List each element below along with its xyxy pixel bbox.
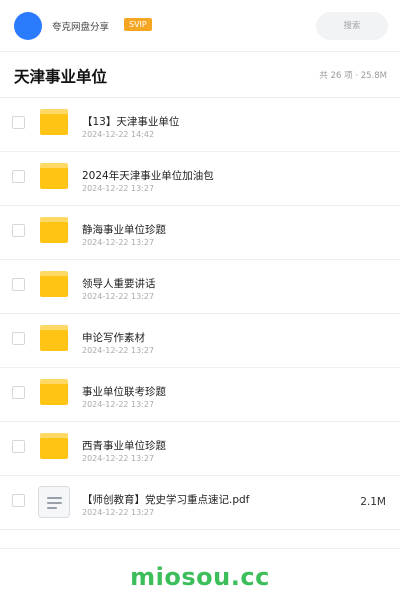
- folder-icon: [40, 271, 68, 297]
- file-name: 领导人重要讲话: [82, 278, 156, 290]
- file-date: 2024-12-22 13:27: [82, 508, 155, 517]
- file-date: 2024-12-22 13:27: [82, 346, 155, 355]
- file-date: 2024-12-22 13:27: [82, 292, 155, 301]
- avatar[interactable]: [14, 12, 42, 40]
- file-name: 静海事业单位珍题: [82, 224, 166, 236]
- folder-icon: [40, 379, 68, 405]
- file-row[interactable]: 静海事业单位珍题 2024-12-22 13:27: [0, 206, 400, 260]
- document-icon: [38, 486, 70, 518]
- file-name: 【师创教育】党史学习重点速记.pdf: [82, 494, 250, 506]
- select-checkbox[interactable]: [12, 116, 25, 129]
- file-name: 申论写作素材: [82, 332, 145, 344]
- file-row[interactable]: 领导人重要讲话 2024-12-22 13:27: [0, 260, 400, 314]
- select-checkbox[interactable]: [12, 170, 25, 183]
- file-date: 2024-12-22 13:27: [82, 400, 155, 409]
- file-row[interactable]: 【师创教育】党史学习重点速记.pdf 2024-12-22 13:27 2.1M: [0, 476, 400, 530]
- page-title: 天津事业单位: [14, 68, 108, 86]
- select-checkbox[interactable]: [12, 494, 25, 507]
- folder-summary: 共 26 项 · 25.8M: [319, 71, 387, 81]
- select-checkbox[interactable]: [12, 332, 25, 345]
- folder-icon: [40, 217, 68, 243]
- file-name: 2024年天津事业单位加油包: [82, 170, 214, 182]
- file-row[interactable]: 事业单位联考珍题 2024-12-22 13:27: [0, 368, 400, 422]
- search-input[interactable]: 搜索: [316, 12, 388, 40]
- folder-icon: [40, 163, 68, 189]
- file-row[interactable]: 【13】天津事业单位 2024-12-22 14:42: [0, 98, 400, 152]
- file-row[interactable]: 2024年天津事业单位加油包 2024-12-22 13:27: [0, 152, 400, 206]
- file-row[interactable]: 西青事业单位珍题 2024-12-22 13:27: [0, 422, 400, 476]
- file-name: 西青事业单位珍题: [82, 440, 166, 452]
- folder-icon: [40, 109, 68, 135]
- footer: miosou.cc: [0, 548, 400, 600]
- file-name: 【13】天津事业单位: [82, 116, 180, 128]
- file-date: 2024-12-22 13:27: [82, 454, 155, 463]
- file-date: 2024-12-22 14:42: [82, 130, 155, 139]
- select-checkbox[interactable]: [12, 440, 25, 453]
- folder-icon: [40, 325, 68, 351]
- username: 夸克网盘分享: [52, 22, 110, 33]
- file-date: 2024-12-22 13:27: [82, 238, 155, 247]
- svip-badge: SVIP: [124, 18, 152, 31]
- file-name: 事业单位联考珍题: [82, 386, 166, 398]
- select-checkbox[interactable]: [12, 224, 25, 237]
- folder-icon: [40, 433, 68, 459]
- folder-header: 天津事业单位 共 26 项 · 25.8M: [0, 52, 400, 98]
- file-size: 2.1M: [360, 496, 386, 508]
- select-checkbox[interactable]: [12, 278, 25, 291]
- file-row[interactable]: 申论写作素材 2024-12-22 13:27: [0, 314, 400, 368]
- watermark-text: miosou.cc: [130, 563, 270, 591]
- file-date: 2024-12-22 13:27: [82, 184, 155, 193]
- file-list: 【13】天津事业单位 2024-12-22 14:42 2024年天津事业单位加…: [0, 98, 400, 530]
- select-checkbox[interactable]: [12, 386, 25, 399]
- top-bar: 夸克网盘分享 SVIP 搜索: [0, 0, 400, 52]
